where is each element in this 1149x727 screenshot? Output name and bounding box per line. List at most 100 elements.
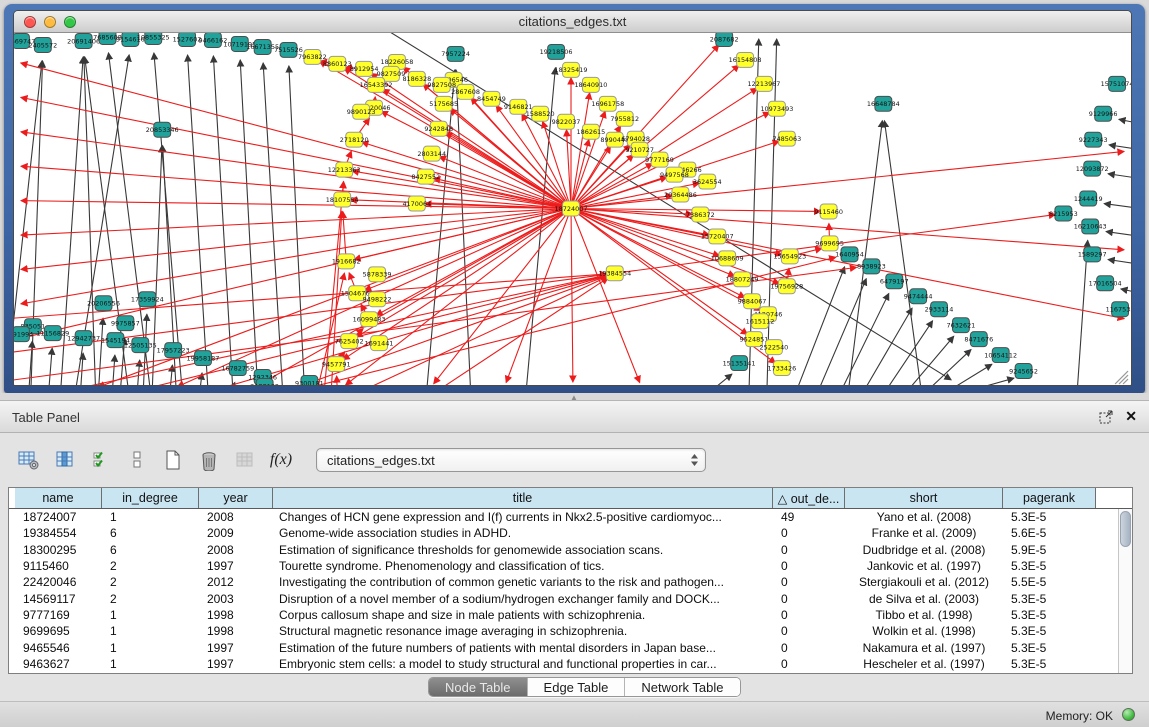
window-titlebar[interactable]: citations_edges.txt [14,11,1131,33]
checkbox-column-icon[interactable] [122,446,152,474]
graph-edge[interactable] [571,209,1124,250]
graph-edge[interactable] [364,277,607,385]
graph-edge[interactable] [263,63,282,385]
table-row[interactable]: 1872400712008Changes of HCN gene express… [9,509,1118,525]
graph-edge[interactable] [1104,204,1131,209]
cell-pagerank: 5.3E-5 [1003,608,1096,622]
cell-year: 1998 [199,608,273,622]
delete-table-icon[interactable] [194,446,224,474]
table-row[interactable]: 2242004622012Investigating the contribut… [9,574,1118,590]
graph-edge[interactable] [427,70,455,385]
cell-indegree: 1 [102,657,199,671]
table-selector-dropdown[interactable]: citations_edges.txt [316,448,706,472]
network-graph[interactable]: 1669747240557220691406768560891546161085… [14,33,1131,385]
graph-node-label: 9890123 [347,108,376,116]
column-chooser-icon[interactable] [50,446,80,474]
graph-edge[interactable] [362,142,571,208]
graph-edge[interactable] [289,66,305,385]
graph-node-label: 10855325 [137,33,170,41]
graph-edge[interactable] [864,308,912,385]
network-canvas[interactable]: 1669747240557220691406768560891546161085… [14,33,1131,385]
graph-edge[interactable] [21,63,571,209]
graph-node-label: 9300181 [295,379,324,385]
graph-edge[interactable] [950,364,992,385]
tab-network-table[interactable]: Network Table [624,678,739,696]
panel-divider[interactable]: ▲ [0,393,1149,400]
memory-status-indicator-icon[interactable] [1122,708,1135,721]
graph-node-label: 16099483 [353,315,386,323]
column-header-short[interactable]: short [845,488,1003,508]
graph-edge[interactable] [154,53,182,385]
graph-node-label: 9777169 [645,156,674,164]
column-header-in_degree[interactable]: in_degree [102,488,199,508]
table-row[interactable]: 946362711997Embryonic stem cells: a mode… [9,656,1118,672]
graph-node-label: 7485063 [772,135,801,143]
graph-edge[interactable] [1109,145,1131,150]
graph-node-label: 17957223 [157,346,190,354]
table-row[interactable]: 946554611997Estimation of the future num… [9,639,1118,655]
column-header-out_de[interactable]: △ out_de... [773,488,845,508]
tab-node-table[interactable]: Node Table [429,678,527,696]
graph-edge[interactable] [1121,289,1131,293]
graph-edge[interactable] [99,318,103,385]
header-filler [1096,488,1132,508]
table-row[interactable]: 1456911722003Disruption of a novel membe… [9,590,1118,606]
table-row[interactable]: 911546021997Tourette syndrome. Phenomeno… [9,558,1118,574]
canvas-resize-grip-icon[interactable] [1115,371,1128,384]
graph-edge[interactable] [1108,260,1131,265]
graph-node-label: 18807249 [726,276,759,284]
function-builder-icon[interactable]: f(x) [266,446,296,474]
graph-edge[interactable] [972,378,1014,385]
graph-node-label: 1527602 [173,35,202,43]
cell-outdegree: 0 [773,624,845,638]
table-row[interactable]: 977716911998Corpus callosum shape and si… [9,607,1118,623]
scrollbar-thumb[interactable] [1120,511,1131,547]
graph-edge[interactable] [571,209,573,383]
graph-edge[interactable] [337,376,338,385]
graph-edge[interactable] [886,321,932,385]
cell-indegree: 1 [102,510,199,524]
graph-edge[interactable] [439,278,608,385]
graph-edge[interactable] [188,55,208,385]
graph-edge[interactable] [446,133,571,209]
cell-year: 1997 [199,559,273,573]
table-vertical-scrollbar[interactable] [1118,509,1132,673]
new-table-icon[interactable] [158,446,188,474]
cell-title: Investigating the contribution of common… [273,575,773,589]
graph-edge[interactable] [1108,174,1131,179]
table-settings-icon[interactable] [14,446,44,474]
cell-indegree: 1 [102,608,199,622]
cell-year: 1997 [199,641,273,655]
graph-edge[interactable] [819,279,867,385]
graph-node-label: 9129966 [1089,110,1118,118]
graph-edge[interactable] [240,60,257,385]
graph-edge[interactable] [49,348,52,385]
table-row[interactable]: 1830029562008Estimation of significance … [9,542,1118,558]
graph-edge[interactable] [928,350,971,385]
float-panel-icon[interactable] [1099,410,1113,424]
cell-name: 9777169 [15,608,102,622]
graph-edge[interactable] [1119,119,1131,123]
column-header-name[interactable]: name [15,488,102,508]
cell-short: Tibbo et al. (1998) [845,608,1003,622]
graph-node-label: 8912954 [350,65,379,73]
cell-indegree: 6 [102,526,199,540]
graph-edge[interactable] [213,56,232,385]
graph-edge[interactable] [797,267,845,385]
graph-edge[interactable] [1106,232,1131,237]
graph-node-label: 12942737 [67,334,100,342]
graph-edge[interactable] [712,374,732,385]
graph-node-label: 1691441 [365,339,394,347]
select-columns-icon[interactable] [86,446,116,474]
cell-short: Dudbridge et al. (2008) [845,543,1003,557]
cell-title: Tourette syndrome. Phenomenology and cla… [273,559,773,573]
column-header-title[interactable]: title [273,488,773,508]
tab-edge-table[interactable]: Edge Table [527,678,625,696]
table-row[interactable]: 1938455462009Genome-wide association stu… [9,525,1118,541]
table-row[interactable]: 969969511998Structural magnetic resonanc… [9,623,1118,639]
column-header-pagerank[interactable]: pagerank [1003,488,1096,508]
graph-edge[interactable] [842,293,889,385]
close-panel-icon[interactable]: ✕ [1125,408,1137,425]
import-table-icon[interactable] [230,446,260,474]
column-header-year[interactable]: year [199,488,273,508]
